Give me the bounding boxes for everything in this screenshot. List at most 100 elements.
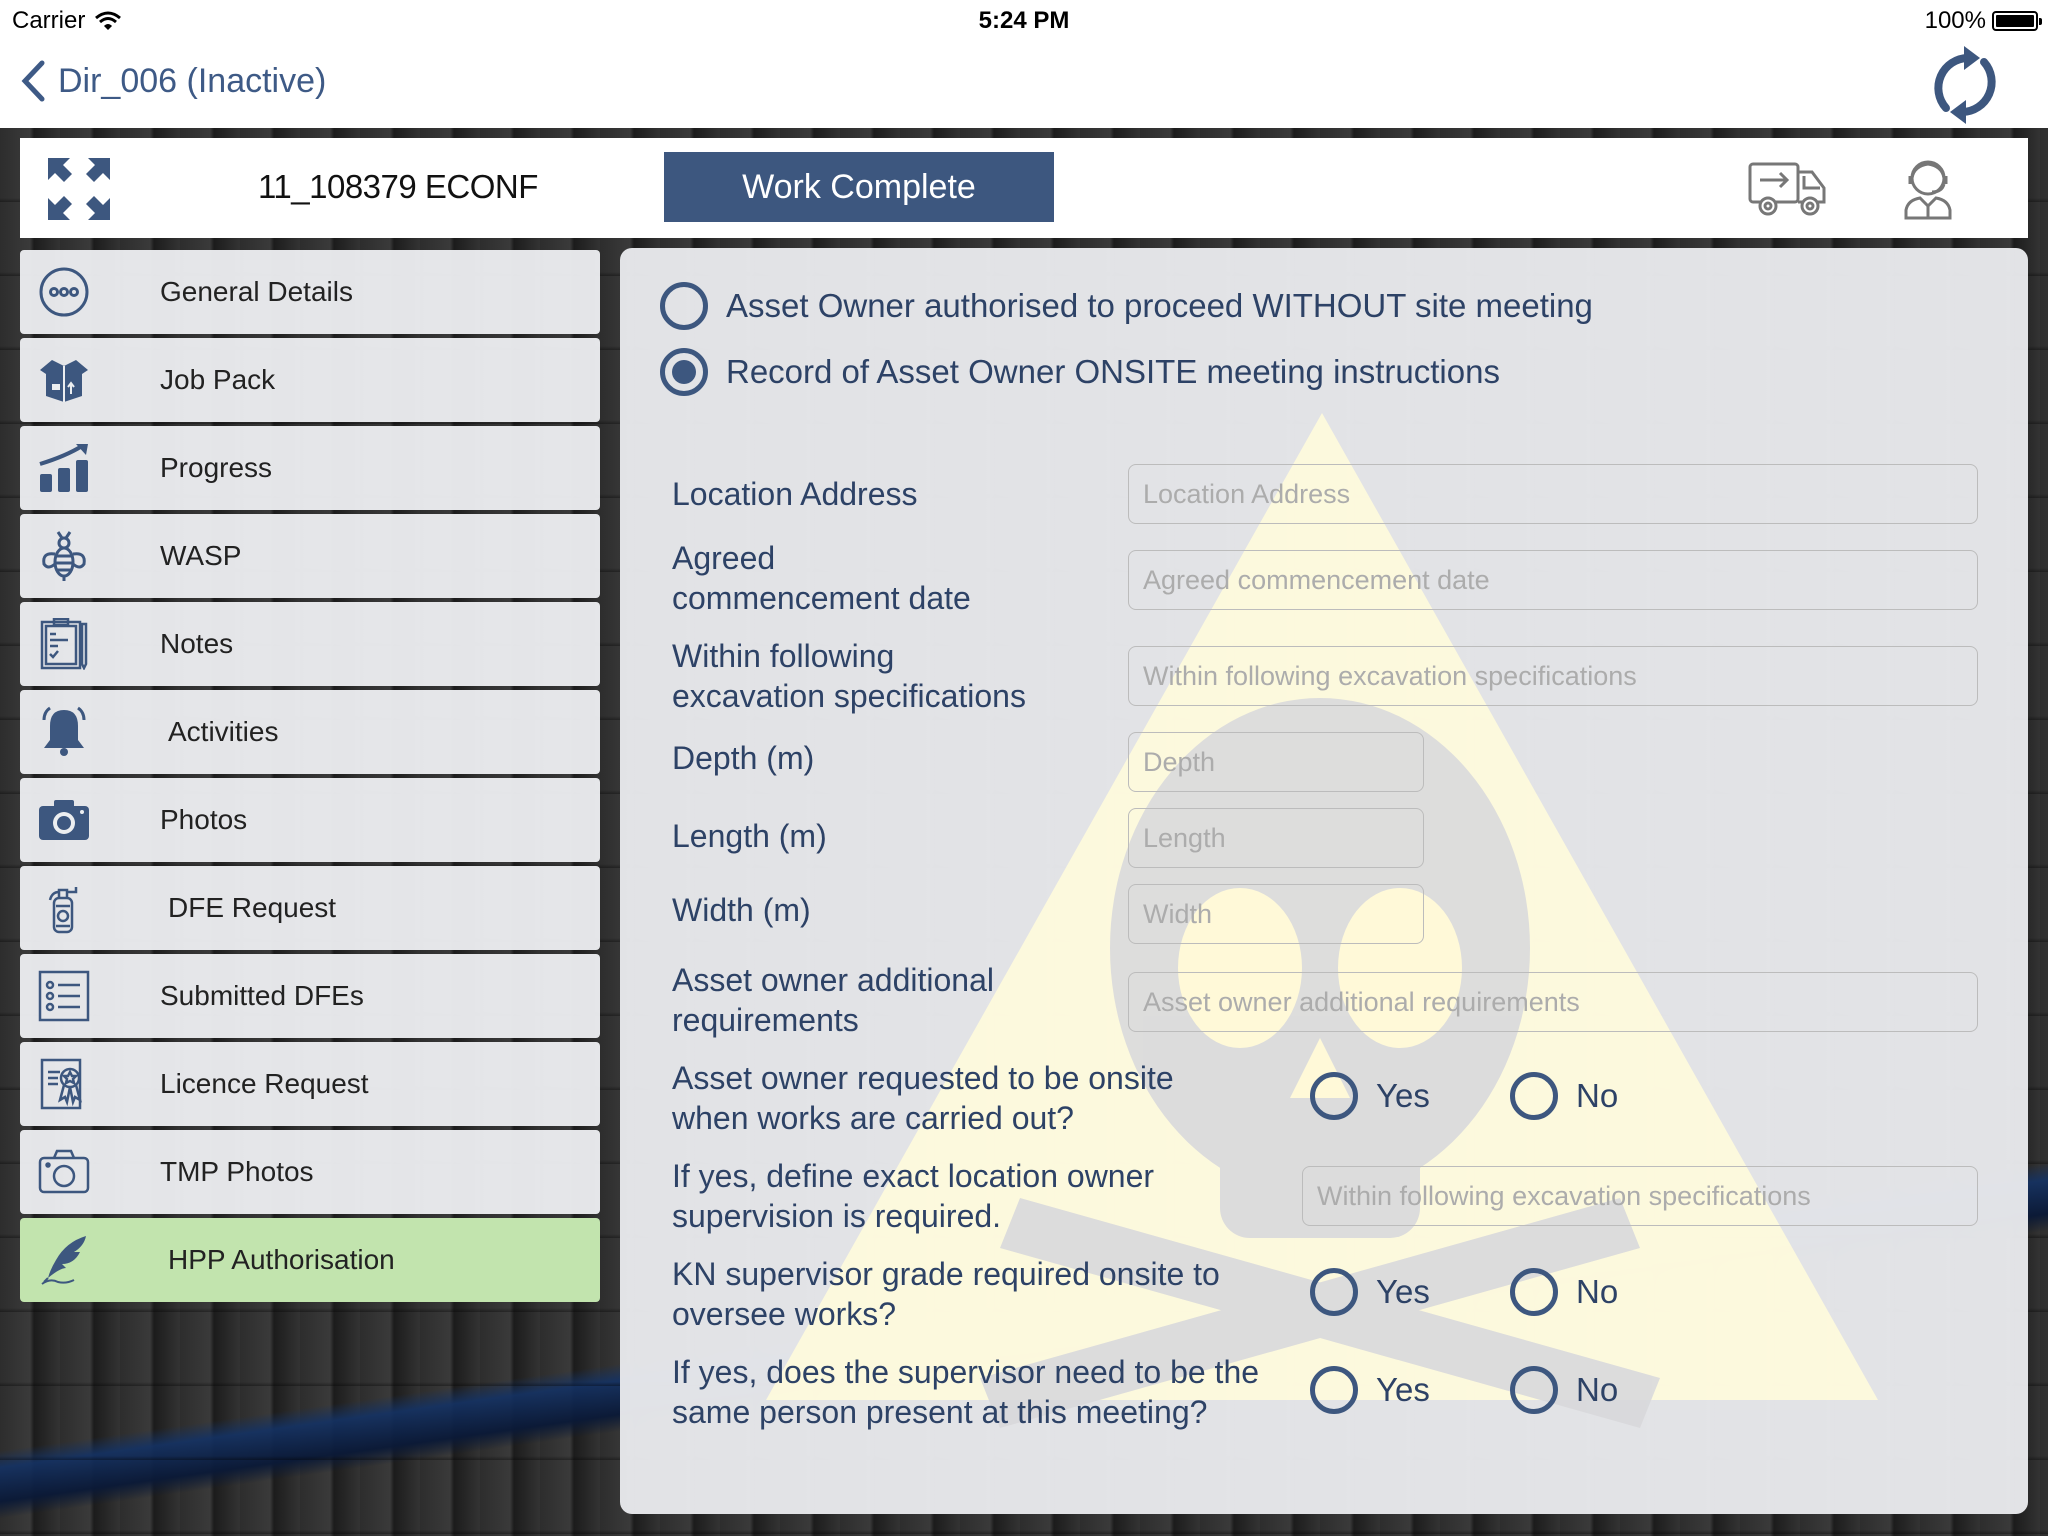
supervision-location-input[interactable] bbox=[1302, 1166, 1978, 1226]
label-line: Asset owner additional bbox=[672, 962, 994, 998]
extinguisher-icon bbox=[48, 887, 78, 934]
work-complete-button[interactable]: Work Complete bbox=[664, 152, 1054, 222]
sidebar-item-label: Progress bbox=[160, 452, 273, 483]
radio-kn-supervisor-yes[interactable] bbox=[1310, 1268, 1358, 1316]
sidebar-item-hpp-authorisation[interactable]: HPP Authorisation bbox=[20, 1218, 600, 1302]
radio-owner-onsite-no[interactable] bbox=[1510, 1072, 1558, 1120]
label-line: Agreed bbox=[672, 540, 776, 576]
certificate-icon bbox=[40, 1058, 83, 1110]
radio-same-person-no[interactable] bbox=[1510, 1366, 1558, 1414]
option-label: Asset Owner authorised to proceed WITHOU… bbox=[726, 287, 1593, 324]
option-without-site-meeting[interactable]: Asset Owner authorised to proceed WITHOU… bbox=[660, 282, 1593, 330]
location-address-label: Location Address bbox=[672, 476, 918, 512]
yes-label: Yes bbox=[1376, 1273, 1430, 1310]
list-icon bbox=[38, 970, 90, 1022]
supervision-location-label: If yes, define exact location owner supe… bbox=[672, 1156, 1154, 1236]
excavation-specs-label: Within following excavation specificatio… bbox=[672, 636, 1026, 716]
excavation-specs-input[interactable] bbox=[1128, 646, 1978, 706]
no-label: No bbox=[1576, 1273, 1619, 1310]
status-bar: Carrier 5:24 PM 100% bbox=[0, 0, 2048, 40]
radio-same-person-yes[interactable] bbox=[1310, 1366, 1358, 1414]
radio-kn-supervisor-no[interactable] bbox=[1510, 1268, 1558, 1316]
label-line: when works are carried out? bbox=[672, 1100, 1074, 1136]
depth-label: Depth (m) bbox=[672, 740, 815, 776]
kn-supervisor-yes[interactable]: Yes bbox=[1310, 1268, 1430, 1316]
back-button[interactable]: Dir_006 (Inactive) bbox=[20, 60, 326, 102]
no-label: No bbox=[1576, 1077, 1619, 1114]
radio-owner-onsite-yes[interactable] bbox=[1310, 1072, 1358, 1120]
no-label: No bbox=[1576, 1371, 1619, 1408]
label-line: requirements bbox=[672, 1002, 859, 1038]
sidebar-item-progress[interactable]: Progress bbox=[20, 426, 600, 510]
sidebar-item-submitted-dfes[interactable]: Submitted DFEs bbox=[20, 954, 600, 1038]
job-header: 11_108379 ECONF Work Complete bbox=[20, 138, 2028, 238]
same-person-question: If yes, does the supervisor need to be t… bbox=[672, 1352, 1259, 1432]
same-person-yes[interactable]: Yes bbox=[1310, 1366, 1430, 1414]
kn-supervisor-question: KN supervisor grade required onsite to o… bbox=[672, 1254, 1220, 1334]
yes-label: Yes bbox=[1376, 1371, 1430, 1408]
camera-outline-icon bbox=[38, 1149, 90, 1194]
location-address-input[interactable] bbox=[1128, 464, 1978, 524]
additional-requirements-label: Asset owner additional requirements bbox=[672, 960, 994, 1040]
radio-without-site-meeting[interactable] bbox=[660, 282, 708, 330]
sidebar-item-general-details[interactable]: General Details bbox=[20, 250, 600, 334]
label-line: If yes, define exact location owner bbox=[672, 1158, 1155, 1194]
job-reference: 11_108379 ECONF bbox=[258, 168, 538, 205]
sidebar-item-wasp[interactable]: WASP bbox=[20, 514, 600, 598]
sidebar-item-licence-request[interactable]: Licence Request bbox=[20, 1042, 600, 1126]
additional-requirements-input[interactable] bbox=[1128, 972, 1978, 1032]
sidebar-item-tmp-photos[interactable]: TMP Photos bbox=[20, 1130, 600, 1214]
owner-onsite-no[interactable]: No bbox=[1510, 1072, 1618, 1120]
commencement-date-input[interactable] bbox=[1128, 550, 1978, 610]
sidebar-menu: General Details Job Pack Progress WASP N… bbox=[20, 250, 600, 1306]
sidebar-item-label: WASP bbox=[160, 540, 242, 571]
width-input[interactable] bbox=[1128, 884, 1424, 944]
label-line: Within following bbox=[672, 638, 895, 674]
sidebar-item-label: TMP Photos bbox=[160, 1156, 314, 1187]
sidebar-item-label: Job Pack bbox=[160, 364, 276, 395]
quill-icon bbox=[41, 1236, 86, 1285]
sidebar-item-label: Submitted DFEs bbox=[160, 980, 364, 1011]
sidebar-item-notes[interactable]: Notes bbox=[20, 602, 600, 686]
navigation-bar: Dir_006 (Inactive) bbox=[0, 40, 2048, 128]
width-label: Width (m) bbox=[672, 892, 811, 928]
option-label: Record of Asset Owner ONSITE meeting ins… bbox=[726, 353, 1500, 390]
sidebar-item-label: General Details bbox=[160, 276, 353, 307]
clipboard-icon bbox=[40, 618, 88, 670]
radio-onsite-meeting[interactable] bbox=[660, 348, 708, 396]
clock: 5:24 PM bbox=[978, 7, 1070, 34]
bell-icon bbox=[42, 706, 86, 756]
sidebar-item-activities[interactable]: Activities bbox=[20, 690, 600, 774]
sidebar-item-label: DFE Request bbox=[168, 892, 337, 923]
owner-onsite-yes[interactable]: Yes bbox=[1310, 1072, 1430, 1120]
battery-icon bbox=[1992, 11, 2042, 31]
length-label: Length (m) bbox=[672, 818, 827, 854]
chart-growth-icon bbox=[39, 444, 88, 492]
truck-icon[interactable] bbox=[1748, 160, 1832, 218]
more-circle-icon bbox=[39, 267, 89, 317]
sidebar-item-label: Licence Request bbox=[160, 1068, 369, 1099]
depth-input[interactable] bbox=[1128, 732, 1424, 792]
label-line: excavation specifications bbox=[672, 678, 1026, 714]
sidebar-item-photos[interactable]: Photos bbox=[20, 778, 600, 862]
expand-icon[interactable] bbox=[48, 158, 110, 220]
battery-status: 100% bbox=[1924, 7, 2042, 35]
label-line: same person present at this meeting? bbox=[672, 1394, 1208, 1430]
label-line: KN supervisor grade required onsite to bbox=[672, 1256, 1220, 1292]
label-line: If yes, does the supervisor need to be t… bbox=[672, 1354, 1260, 1390]
sidebar-item-label: Activities bbox=[168, 716, 279, 747]
length-input[interactable] bbox=[1128, 808, 1424, 868]
back-label: Dir_006 (Inactive) bbox=[58, 61, 327, 100]
kn-supervisor-no[interactable]: No bbox=[1510, 1268, 1618, 1316]
yes-label: Yes bbox=[1376, 1077, 1430, 1114]
sidebar-item-dfe-request[interactable]: DFE Request bbox=[20, 866, 600, 950]
support-agent-icon[interactable] bbox=[1900, 156, 1956, 220]
label-line: supervision is required. bbox=[672, 1198, 1002, 1234]
commencement-date-label: Agreed commencement date bbox=[672, 538, 971, 618]
sidebar-item-job-pack[interactable]: Job Pack bbox=[20, 338, 600, 422]
refresh-icon[interactable] bbox=[1922, 42, 2008, 128]
same-person-no[interactable]: No bbox=[1510, 1366, 1618, 1414]
battery-percent: 100% bbox=[1924, 7, 1986, 34]
box-icon bbox=[40, 360, 88, 402]
option-onsite-meeting[interactable]: Record of Asset Owner ONSITE meeting ins… bbox=[660, 348, 1500, 396]
